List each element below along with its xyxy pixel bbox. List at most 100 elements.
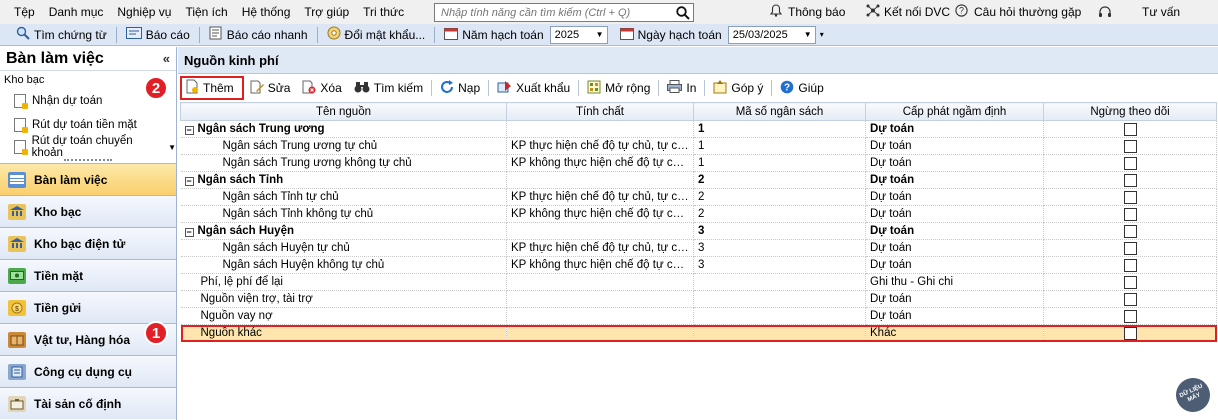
source-name: Ngân sách Trung ương xyxy=(197,123,325,135)
chevron-down-icon[interactable]: ▼ xyxy=(801,27,815,43)
content-toolbar: Thêm Sửa Xóa Tìm kiếm Nạp Xuất khẩu Mở r… xyxy=(178,74,1218,102)
nav-fixed-assets[interactable]: Tài sản cố định xyxy=(0,387,176,419)
table-row[interactable]: Ngân sách Huyện không tự chủ KP không th… xyxy=(180,256,1217,274)
feedback-button[interactable]: Góp ý xyxy=(707,76,769,100)
menu-utilities[interactable]: Tiện ích xyxy=(178,0,234,24)
change-password-button[interactable]: Đổi mật khẩu... xyxy=(321,25,432,45)
nature-cell: KP thực hiện chế độ tự chủ, tự chịu... xyxy=(506,137,694,155)
sidebar-header: Bàn làm việc « xyxy=(0,47,176,71)
search-icon[interactable] xyxy=(673,4,693,21)
posting-date-select[interactable]: 25/03/2025 ▼ xyxy=(727,25,816,44)
fiscal-year-select[interactable]: 2025 ▼ xyxy=(549,25,608,44)
e-treasury-icon xyxy=(8,235,26,252)
inactive-checkbox[interactable] xyxy=(1123,258,1137,272)
faq-button[interactable]: ? Câu hỏi thường gặp xyxy=(955,0,1081,24)
nav-deposit[interactable]: $ Tiền gửi xyxy=(0,291,176,323)
default-allocation-cell: Dự toán xyxy=(865,222,1044,240)
main-content: Nguồn kinh phí Thêm Sửa Xóa Tìm kiếm Nạp… xyxy=(178,47,1218,420)
table-row[interactable]: Ngân sách Huyện tự chủ KP thực hiện chế … xyxy=(180,239,1217,257)
menu-knowledge[interactable]: Tri thức xyxy=(356,0,411,24)
nav-label: Kho bạc điện tử xyxy=(34,236,126,251)
inactive-checkbox[interactable] xyxy=(1123,326,1137,340)
inactive-checkbox[interactable] xyxy=(1123,122,1137,136)
table-row[interactable]: − Ngân sách Trung ương 1 Dự toán xyxy=(180,120,1217,138)
table-row[interactable]: Phí, lệ phí để lại Ghi thu - Ghi chi xyxy=(180,273,1217,291)
nav-cash[interactable]: Tiền mặt xyxy=(0,259,176,291)
expand-button[interactable]: Mở rộng xyxy=(581,76,656,100)
table-row[interactable]: Ngân sách Tỉnh không tự chủ KP không thự… xyxy=(180,205,1217,223)
table-row[interactable]: Nguồn viện trợ, tài trợ Dự toán xyxy=(180,290,1217,308)
delete-button[interactable]: Xóa xyxy=(296,76,347,100)
nav-e-treasury[interactable]: Kho bạc điện tử xyxy=(0,227,176,259)
edit-button[interactable]: Sửa xyxy=(244,76,297,100)
report-icon xyxy=(125,27,142,42)
toolbar-overflow-icon[interactable]: ▾ xyxy=(820,30,824,39)
table-row[interactable]: Ngân sách Tỉnh tự chủ KP thực hiện chế đ… xyxy=(180,188,1217,206)
table-row[interactable]: − Ngân sách Tỉnh 2 Dự toán xyxy=(180,171,1217,189)
tools-icon xyxy=(8,363,26,380)
voucher-search-button[interactable]: Tìm chứng từ xyxy=(10,25,113,45)
quick-report-button[interactable]: Báo cáo nhanh xyxy=(203,25,314,45)
scroll-down-icon[interactable]: ▼ xyxy=(168,143,176,152)
inactive-checkbox[interactable] xyxy=(1123,275,1137,289)
feature-search[interactable] xyxy=(434,3,694,22)
delete-label: Xóa xyxy=(320,81,342,95)
collapse-icon[interactable]: − xyxy=(184,228,194,237)
nav-desk[interactable]: Bàn làm việc xyxy=(0,163,176,195)
inactive-checkbox[interactable] xyxy=(1123,241,1137,255)
menu-catalog[interactable]: Danh mục xyxy=(42,0,111,24)
feature-search-input[interactable] xyxy=(435,4,673,21)
column-header-nature[interactable]: Tính chất xyxy=(506,102,694,121)
dvc-connect-button[interactable]: Kết nối DVC xyxy=(866,0,950,24)
column-header-budget-code[interactable]: Mã số ngân sách xyxy=(693,102,866,121)
collapse-icon[interactable]: − xyxy=(184,126,194,135)
nature-cell xyxy=(506,222,694,240)
table-row[interactable]: Ngân sách Trung ương tự chủ KP thực hiện… xyxy=(180,137,1217,155)
expand-label: Mở rộng xyxy=(605,81,651,95)
nav-treasury[interactable]: Kho bạc xyxy=(0,195,176,227)
inactive-checkbox[interactable] xyxy=(1123,207,1137,221)
nature-cell: KP không thực hiện chế độ tự chủ,... xyxy=(506,154,694,172)
inactive-checkbox[interactable] xyxy=(1123,292,1137,306)
inactive-checkbox[interactable] xyxy=(1123,139,1137,153)
step-badge-1: 1 xyxy=(144,321,168,345)
table-row[interactable]: Nguồn vay nợ Dự toán xyxy=(180,307,1217,325)
inactive-checkbox[interactable] xyxy=(1123,309,1137,323)
help-button[interactable]: ? Giúp xyxy=(774,76,829,100)
consult-button[interactable]: Tư vấn xyxy=(1142,0,1180,24)
change-password-label: Đổi mật khẩu... xyxy=(344,27,426,42)
sidebar-link-cash-withdraw[interactable]: Rút dự toán tiền mặt xyxy=(0,113,176,137)
export-button[interactable]: Xuất khẩu xyxy=(491,76,576,100)
menu-system[interactable]: Hệ thống xyxy=(235,0,298,24)
source-name-cell: Ngân sách Trung ương không tự chủ xyxy=(180,154,507,172)
column-header-default-allocation[interactable]: Cấp phát ngầm định xyxy=(865,102,1044,121)
inactive-checkbox[interactable] xyxy=(1123,224,1137,238)
collapse-sidebar-icon[interactable]: « xyxy=(163,51,170,66)
default-allocation-cell: Dự toán xyxy=(865,171,1044,189)
table-row[interactable]: Ngân sách Trung ương không tự chủ KP khô… xyxy=(180,154,1217,172)
inactive-checkbox[interactable] xyxy=(1123,190,1137,204)
inactive-checkbox[interactable] xyxy=(1123,173,1137,187)
headset-icon[interactable] xyxy=(1098,0,1112,24)
column-header-name[interactable]: Tên nguồn xyxy=(180,102,507,121)
table-row-selected[interactable]: Nguồn khác Khác xyxy=(180,324,1217,342)
report-button[interactable]: Báo cáo xyxy=(120,25,196,45)
table-row[interactable]: − Ngân sách Huyện 3 Dự toán xyxy=(180,222,1217,240)
sidebar-link-label: Rút dự toán chuyển khoản xyxy=(31,135,133,159)
notifications-label: Thông báo xyxy=(788,5,846,19)
sidebar-link-transfer-withdraw[interactable]: Rút dự toán chuyển khoản ▼ xyxy=(0,135,176,159)
budget-code-cell xyxy=(693,290,866,308)
print-button[interactable]: In xyxy=(661,76,702,100)
column-header-inactive[interactable]: Ngừng theo dõi xyxy=(1043,102,1217,121)
chevron-down-icon[interactable]: ▼ xyxy=(593,27,607,43)
nav-tools[interactable]: Công cụ dụng cụ xyxy=(0,355,176,387)
add-button[interactable]: Thêm xyxy=(180,76,244,100)
collapse-icon[interactable]: − xyxy=(184,177,194,186)
notifications-button[interactable]: Thông báo xyxy=(769,0,846,24)
inactive-checkbox[interactable] xyxy=(1123,156,1137,170)
menu-operations[interactable]: Nghiệp vụ xyxy=(110,0,178,24)
menu-file[interactable]: Tệp xyxy=(0,0,42,24)
reload-button[interactable]: Nạp xyxy=(434,76,486,100)
menu-help[interactable]: Trợ giúp xyxy=(297,0,356,24)
search-button[interactable]: Tìm kiếm xyxy=(348,76,429,100)
